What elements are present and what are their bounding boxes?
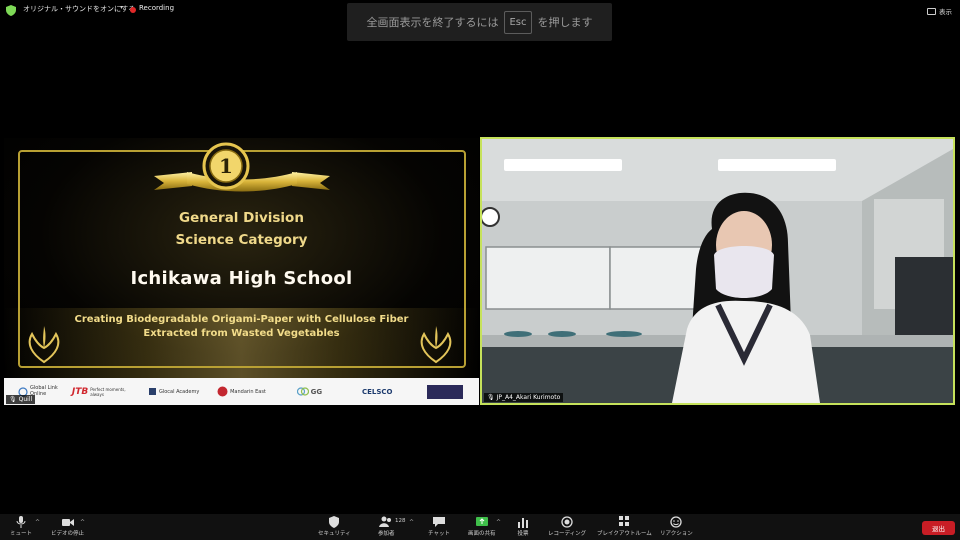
active-speaker-video-tile[interactable]: 🎙 JP_A4_Akari Kurimoto: [480, 137, 955, 405]
sponsor-name: CELSCO: [361, 387, 393, 396]
reactions-button[interactable]: リアクション: [660, 516, 693, 537]
view-button-label: 表示: [939, 8, 952, 16]
recording-label: レコーディング: [548, 531, 587, 537]
banner-suffix: を押します: [537, 16, 593, 29]
view-grid-icon: [927, 7, 936, 15]
participants-icon: [379, 516, 392, 527]
share-screen-icon: [475, 517, 488, 526]
chevron-down-icon[interactable]: ▾: [120, 4, 123, 11]
polls-button[interactable]: 投票: [516, 516, 530, 537]
flourish-ornament: [28, 326, 60, 364]
leave-meeting-button[interactable]: 退出: [922, 521, 955, 535]
shared-screen-tile[interactable]: 1 General Division Science Category Ichi…: [4, 138, 479, 405]
academy-icon: [148, 388, 156, 395]
participant-name-tag: 🎙 JP_A4_Akari Kurimoto: [484, 393, 564, 402]
sponsor-logo-dark: [411, 378, 479, 405]
recording-icon: [130, 7, 136, 13]
flourish-ornament: [420, 326, 452, 364]
security-button[interactable]: セキュリティ: [318, 516, 351, 537]
category-title: Science Category: [175, 232, 308, 248]
chevron-up-icon[interactable]: ^: [496, 519, 501, 526]
original-sound-button[interactable]: オリジナル・サウンドをオンにする: [23, 4, 135, 14]
research-title-line2: Extracted from Wasted Vegetables: [143, 328, 340, 339]
sponsor-name: JTB: [71, 386, 89, 397]
breakout-rooms-label: ブレイクアウトルーム: [597, 531, 652, 537]
mute-label: ミュート: [10, 531, 33, 537]
sponsor-sub: Perfect moments, always: [90, 386, 126, 397]
banner-prefix: 全画面表示を終了するには: [366, 16, 499, 29]
chat-label: チャット: [428, 531, 450, 537]
mic-icon: 🎙: [487, 394, 495, 401]
breakout-rooms-button[interactable]: ブレイクアウトルーム: [597, 516, 652, 537]
esc-key: Esc: [504, 10, 532, 34]
sponsor-logo-celsco: CELSCO: [343, 378, 411, 405]
participant-name: JP_A4_Akari Kurimoto: [496, 394, 561, 401]
chevron-up-icon[interactable]: ^: [35, 519, 40, 526]
meeting-controls-toolbar: ミュート ^ ビデオの停止 ^ セキュリティ 参加者 128 ^ チャット 画面…: [0, 514, 960, 540]
stop-video-label: ビデオの停止: [51, 531, 85, 537]
bar-chart-icon: [518, 518, 528, 528]
sponsor-name: GG: [310, 387, 323, 396]
gg-icon: [296, 387, 309, 396]
host-name-tag: 🎙 Quill: [6, 395, 36, 404]
participants-count: 128: [395, 518, 406, 524]
sponsor-logo-glocal-academy: Glocal Academy: [140, 378, 208, 405]
school-name: Ichikawa High School: [130, 268, 353, 289]
medal-number: 1: [219, 154, 233, 178]
breakout-rooms-icon: [619, 516, 630, 526]
research-title-line1: Creating Biodegradable Origami-Paper wit…: [74, 314, 409, 325]
sponsor-bar: Global Link Online JTB Perfect moments, …: [4, 378, 479, 405]
participants-label: 参加者: [378, 531, 395, 537]
sponsor-name: Glocal Academy: [158, 388, 200, 395]
participant-video-feed: [482, 139, 953, 403]
mute-button[interactable]: ミュート: [10, 516, 32, 537]
exit-fullscreen-banner: 全画面表示を終了するには Esc を押します: [347, 3, 612, 41]
shield-icon[interactable]: [6, 5, 16, 16]
sponsor-dark-logo: [427, 384, 464, 399]
reactions-label: リアクション: [660, 531, 693, 537]
sponsor-logo-mandarin-east: Mandarin East: [208, 378, 276, 405]
chevron-up-icon[interactable]: ^: [80, 519, 85, 526]
security-label: セキュリティ: [318, 531, 351, 537]
shield-icon: [329, 516, 340, 528]
mic-icon: 🎙: [9, 396, 17, 403]
share-screen-label: 画面の共有: [468, 531, 496, 537]
leave-label: 退出: [932, 525, 945, 533]
record-icon: [561, 516, 573, 528]
recording-indicator[interactable]: Recording: [139, 4, 174, 12]
view-button[interactable]: 表示: [927, 5, 952, 17]
share-screen-button[interactable]: 画面の共有: [468, 516, 496, 537]
recording-button[interactable]: レコーディング: [548, 516, 586, 537]
chat-button[interactable]: チャット: [428, 516, 450, 537]
microphone-icon: [16, 516, 26, 528]
video-camera-icon: [61, 519, 74, 526]
host-name: Quill: [18, 396, 33, 403]
smiley-icon: [670, 516, 683, 528]
mandarin-icon: [217, 386, 228, 397]
chevron-up-icon[interactable]: ^: [409, 519, 414, 526]
polls-label: 投票: [517, 531, 529, 537]
participants-button[interactable]: 参加者: [378, 516, 395, 537]
chat-icon: [432, 517, 445, 527]
gold-medal-icon: 1: [202, 142, 250, 190]
sponsor-name: Mandarin East: [230, 388, 266, 395]
sponsor-logo-gg: GG: [275, 378, 343, 405]
division-title: General Division: [179, 210, 304, 226]
sponsor-logo-jtb: JTB Perfect moments, always: [72, 378, 140, 405]
